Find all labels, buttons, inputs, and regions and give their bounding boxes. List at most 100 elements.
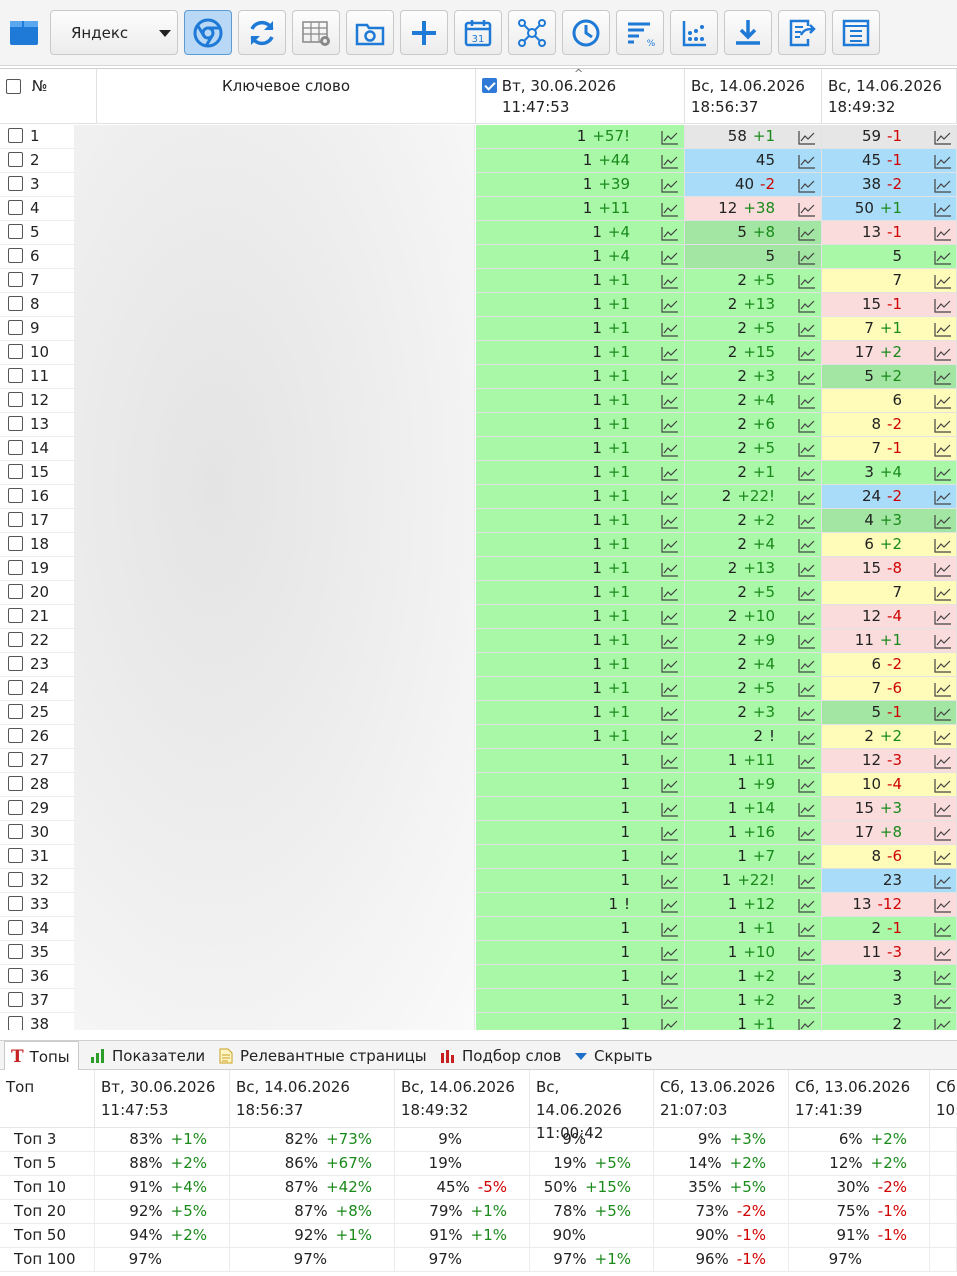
table-row[interactable]: 28 1 1 +9 10 -4 [0,773,957,797]
chart-line-icon[interactable] [798,393,816,409]
table-row[interactable]: 29 1 1 +14 15 +3 [0,797,957,821]
position-cell[interactable]: 1 +1 [685,1013,822,1030]
chart-line-icon[interactable] [661,465,679,481]
chart-line-icon[interactable] [661,225,679,241]
chart-line-icon[interactable] [661,297,679,313]
position-cell[interactable]: 1 +1 [476,605,685,629]
chart-line-icon[interactable] [661,153,679,169]
table-row[interactable]: 37 1 1 +2 3 [0,989,957,1013]
position-cell[interactable]: 1 +22! [685,869,822,893]
position-cell[interactable]: 15 -8 [822,557,957,581]
position-cell[interactable]: 1 +12 [685,893,822,917]
chart-line-icon[interactable] [934,273,952,289]
position-cell[interactable]: 1 +9 [685,773,822,797]
row-checkbox[interactable] [8,343,23,359]
chart-line-icon[interactable] [798,969,816,985]
position-cell[interactable]: 1 +1 [476,533,685,557]
position-cell[interactable]: 2 +5 [685,437,822,461]
row-number-cell[interactable]: 15 [0,461,74,485]
row-checkbox[interactable] [8,1015,23,1030]
row-number-cell[interactable]: 36 [0,965,74,989]
position-cell[interactable]: 12 -3 [822,749,957,773]
position-cell[interactable]: 1 +2 [685,965,822,989]
row-number-cell[interactable]: 4 [0,197,74,221]
chart-line-icon[interactable] [934,945,952,961]
position-cell[interactable]: 5 +2 [822,365,957,389]
row-number-cell[interactable]: 7 [0,269,74,293]
table-row[interactable]: 30 1 1 +16 17 +8 [0,821,957,845]
stats-row[interactable]: Топ 50 94% +2% 92% +1% 91% +1% 90% 90% -1% 91% -1% [0,1224,957,1248]
chart-line-icon[interactable] [798,921,816,937]
row-number-cell[interactable]: 28 [0,773,74,797]
position-cell[interactable]: 1 +44 [476,149,685,173]
chart-line-icon[interactable] [934,321,952,337]
chart-line-icon[interactable] [661,945,679,961]
chart-line-icon[interactable] [661,897,679,913]
chart-line-icon[interactable] [798,345,816,361]
chart-line-icon[interactable] [934,729,952,745]
row-number-cell[interactable]: 20 [0,581,74,605]
table-row[interactable]: 6 1 +4 5 5 [0,245,957,269]
row-checkbox[interactable] [8,607,23,623]
position-cell[interactable]: 2 +9 [685,629,822,653]
chart-line-icon[interactable] [661,681,679,697]
chart-line-icon[interactable] [661,369,679,385]
chart-line-icon[interactable] [661,201,679,217]
position-cell[interactable]: 12 -4 [822,605,957,629]
chart-line-icon[interactable] [798,537,816,553]
chart-line-icon[interactable] [934,441,952,457]
position-cell[interactable]: 2 +3 [685,365,822,389]
row-number-cell[interactable]: 3 [0,173,74,197]
chart-line-icon[interactable] [798,753,816,769]
row-checkbox[interactable] [8,319,23,335]
chart-line-icon[interactable] [798,705,816,721]
chart-line-icon[interactable] [798,321,816,337]
position-cell[interactable]: 1 [476,917,685,941]
add-icon[interactable] [400,10,448,55]
chart-line-icon[interactable] [661,969,679,985]
position-cell[interactable]: 2 +13 [685,557,822,581]
refresh-icon[interactable] [238,10,286,55]
row-number-cell[interactable]: 19 [0,557,74,581]
position-cell[interactable]: 1 +1 [476,437,685,461]
table-row[interactable]: 33 1! 1 +12 13 -12 [0,893,957,917]
chart-line-icon[interactable] [798,681,816,697]
row-number-cell[interactable]: 34 [0,917,74,941]
chart-line-icon[interactable] [661,609,679,625]
table-row[interactable]: 25 1 +1 2 +3 5 -1 [0,701,957,725]
chart-line-icon[interactable] [798,633,816,649]
position-cell[interactable]: 40 -2 [685,173,822,197]
filter-percent-icon[interactable]: % [616,10,664,55]
position-cell[interactable]: 1 +1 [476,701,685,725]
chrome-icon[interactable] [184,10,232,55]
table-row[interactable]: 8 1 +1 2 +13 15 -1 [0,293,957,317]
position-cell[interactable]: 2 +13 [685,293,822,317]
table-row[interactable]: 15 1 +1 2 +1 3 +4 [0,461,957,485]
chart-line-icon[interactable] [798,297,816,313]
position-cell[interactable]: 1 +1 [476,629,685,653]
position-cell[interactable]: 15 -1 [822,293,957,317]
row-checkbox[interactable] [8,775,23,791]
chart-line-icon[interactable] [798,225,816,241]
row-checkbox[interactable] [8,847,23,863]
position-cell[interactable]: 1 +1 [476,413,685,437]
chart-line-icon[interactable] [934,297,952,313]
chart-line-icon[interactable] [934,153,952,169]
chart-line-icon[interactable] [798,825,816,841]
position-cell[interactable]: 2 +3 [685,701,822,725]
position-cell[interactable]: 15 +3 [822,797,957,821]
chart-line-icon[interactable] [934,513,952,529]
position-cell[interactable]: 2 +22! [685,485,822,509]
row-checkbox[interactable] [8,367,23,383]
position-cell[interactable]: 6 +2 [822,533,957,557]
stats-row[interactable]: Топ 5 88% +2% 86% +67% 19% 19% +5% 14% +2% 12% +2% [0,1152,957,1176]
row-checkbox[interactable] [8,175,23,191]
chart-line-icon[interactable] [798,777,816,793]
bars-icon[interactable] [670,10,718,55]
row-checkbox[interactable] [8,511,23,527]
position-cell[interactable]: 1 +1 [476,317,685,341]
chart-line-icon[interactable] [934,177,952,193]
row-number-cell[interactable]: 13 [0,413,74,437]
table-row[interactable]: 35 1 1 +10 11 -3 [0,941,957,965]
position-cell[interactable]: 7 [822,581,957,605]
